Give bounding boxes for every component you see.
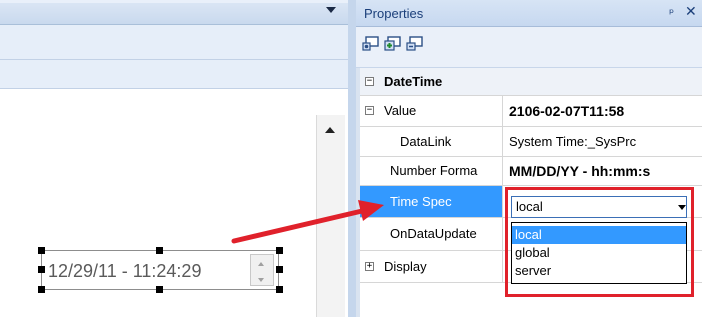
property-name: DataLink xyxy=(360,127,503,156)
resize-handle[interactable] xyxy=(156,247,163,254)
designer-tab-strip xyxy=(0,60,348,89)
chevron-down-icon[interactable] xyxy=(326,7,336,13)
designer-header xyxy=(0,0,348,25)
time-spec-option[interactable]: local xyxy=(512,226,686,244)
alphabetical-view-icon[interactable] xyxy=(384,36,402,52)
property-row-datalink[interactable]: DataLink System Time:_SysPrc xyxy=(360,127,702,157)
property-name: Value xyxy=(360,96,503,126)
categorized-view-icon[interactable] xyxy=(362,36,380,52)
expand-icon[interactable]: + xyxy=(365,262,374,271)
resize-handle[interactable] xyxy=(38,266,45,273)
resize-handle[interactable] xyxy=(38,286,45,293)
time-spec-option[interactable]: global xyxy=(512,244,686,262)
property-name: Time Spec xyxy=(360,186,503,217)
scroll-up-arrow-icon[interactable] xyxy=(325,127,335,133)
property-value[interactable]: System Time:_SysPrc xyxy=(503,127,702,156)
resize-handle[interactable] xyxy=(276,286,283,293)
collapse-icon[interactable]: − xyxy=(365,106,374,115)
resize-handle[interactable] xyxy=(276,247,283,254)
properties-title: Properties xyxy=(364,6,424,21)
property-name: OnDataUpdate xyxy=(360,218,503,250)
property-name: Display xyxy=(360,251,503,282)
time-spec-option[interactable]: server xyxy=(512,262,686,280)
resize-handle[interactable] xyxy=(156,286,163,293)
canvas-scrollbar[interactable] xyxy=(316,115,345,317)
datetime-widget-text: 12/29/11 - 11:24:29 xyxy=(48,261,202,281)
property-pages-icon[interactable] xyxy=(406,36,424,52)
resize-handle[interactable] xyxy=(38,247,45,254)
property-name: Number Forma xyxy=(360,157,503,185)
resize-handle[interactable] xyxy=(276,266,283,273)
time-spec-selected-value: local xyxy=(516,199,543,214)
property-row-number-format[interactable]: Number Forma MM/DD/YY - hh:mm:s xyxy=(360,157,702,186)
close-icon[interactable]: ✕ xyxy=(685,4,697,20)
property-value[interactable]: 2106-02-07T11:58 xyxy=(503,96,702,126)
collapse-icon[interactable]: − xyxy=(365,77,374,86)
pane-splitter[interactable] xyxy=(348,0,356,317)
designer-toolbar xyxy=(0,25,348,60)
pin-icon[interactable]: ᵖ xyxy=(669,6,674,20)
spin-down-icon[interactable] xyxy=(258,278,264,282)
chevron-down-icon[interactable] xyxy=(678,205,686,210)
category-label: DateTime xyxy=(384,74,443,89)
property-value[interactable]: MM/DD/YY - hh:mm:s xyxy=(503,157,702,185)
property-row-value[interactable]: Value 2106-02-07T11:58 xyxy=(360,96,702,127)
spin-up-icon[interactable] xyxy=(258,262,264,266)
